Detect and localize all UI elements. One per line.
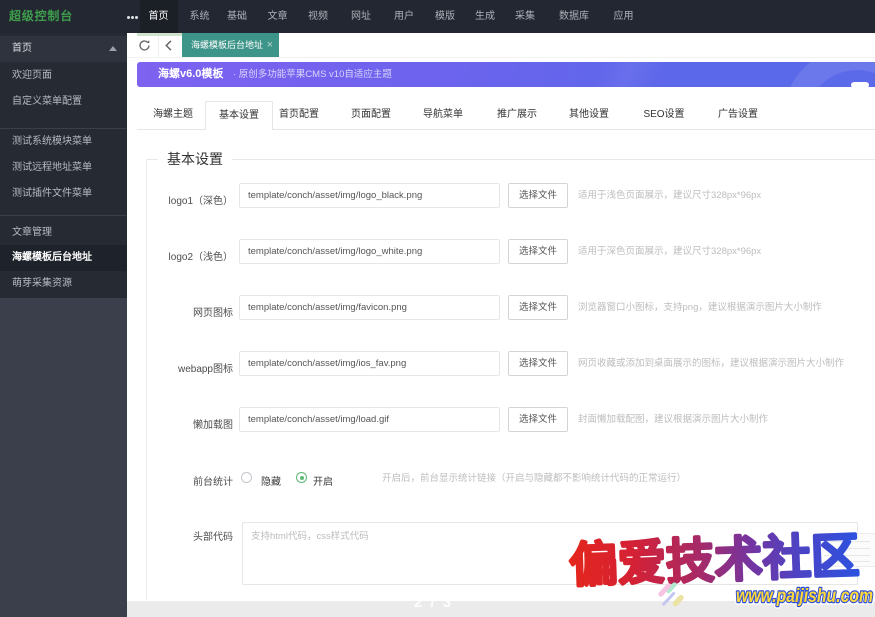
svg-text:www.paijishu.com: www.paijishu.com [736, 586, 873, 607]
svg-text:偏爱技术社区: 偏爱技术社区 [569, 530, 861, 593]
